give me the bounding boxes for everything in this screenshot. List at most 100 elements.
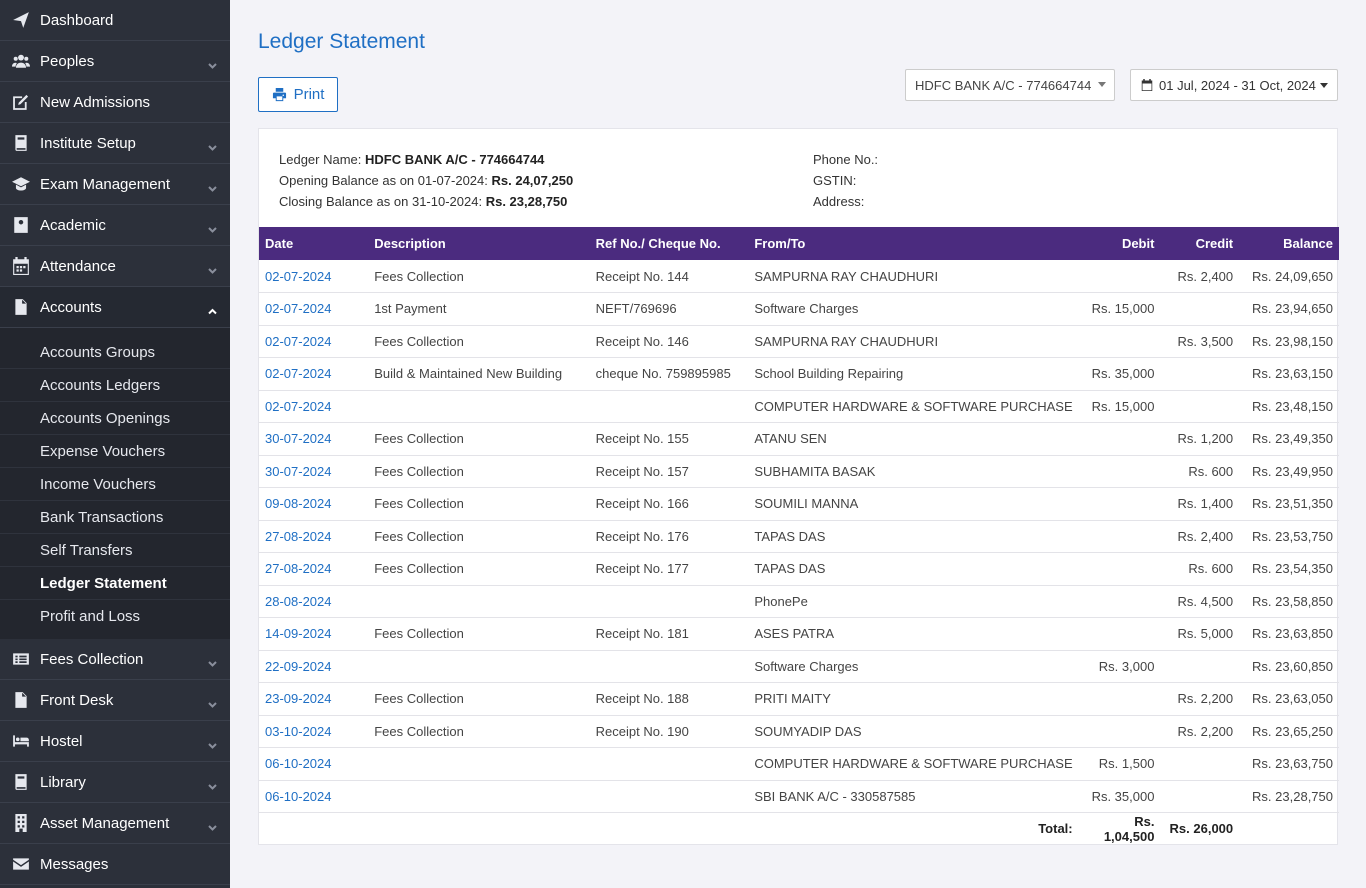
col-header-balance[interactable]: Balance xyxy=(1239,227,1339,260)
cell-credit: Rs. 1,400 xyxy=(1160,487,1240,521)
sidebar-item-fees-collection[interactable]: Fees Collection xyxy=(0,639,230,680)
cell-ref: Receipt No. 188 xyxy=(589,682,749,716)
cell-from-to: Software Charges xyxy=(748,292,1079,326)
cell-date[interactable]: 09-08-2024 xyxy=(259,487,369,521)
sidebar-item-label: Attendance xyxy=(40,257,116,275)
cell-ref: Receipt No. 144 xyxy=(589,260,749,293)
cell-from-to: TAPAS DAS xyxy=(748,520,1079,553)
col-header-description[interactable]: Description xyxy=(368,227,590,260)
cell-date[interactable]: 02-07-2024 xyxy=(259,357,369,391)
cell-ref: cheque No. 759895985 xyxy=(589,357,749,391)
cell-from-to: PhonePe xyxy=(748,585,1079,618)
calendar-icon xyxy=(1141,79,1153,91)
table-row: 23-09-2024 Fees Collection Receipt No. 188… xyxy=(259,682,1339,716)
cell-from-to: SAMPURNA RAY CHAUDHURI xyxy=(748,260,1079,293)
ledger-select[interactable]: HDFC BANK A/C - 774664744 xyxy=(905,69,1115,101)
paper-plane-icon xyxy=(10,11,32,29)
cell-ref: Receipt No. 190 xyxy=(589,715,749,748)
cell-debit: Rs. 15,000 xyxy=(1078,390,1161,423)
cell-credit: Rs. 600 xyxy=(1160,552,1240,586)
cell-debit xyxy=(1078,715,1161,748)
cell-date[interactable]: 02-07-2024 xyxy=(259,260,369,293)
cell-date[interactable]: 28-08-2024 xyxy=(259,585,369,618)
opening-balance-value: Rs. 24,07,250 xyxy=(491,173,574,188)
cell-date[interactable]: 30-07-2024 xyxy=(259,455,369,488)
cell-debit: Rs. 15,000 xyxy=(1078,292,1161,326)
cell-debit: Rs. 35,000 xyxy=(1078,780,1161,813)
submenu-item-accounts-ledgers[interactable]: Accounts Ledgers xyxy=(0,369,230,402)
sidebar-item-dashboard[interactable]: Dashboard xyxy=(0,0,230,41)
col-header-from-to[interactable]: From/To xyxy=(748,227,1079,260)
cell-date[interactable]: 22-09-2024 xyxy=(259,650,369,683)
sidebar-item-peoples[interactable]: Peoples xyxy=(0,41,230,82)
cell-date[interactable]: 23-09-2024 xyxy=(259,682,369,716)
cell-description: Fees Collection xyxy=(368,325,590,358)
cell-date[interactable]: 30-07-2024 xyxy=(259,422,369,456)
col-header-ref[interactable]: Ref No./ Cheque No. xyxy=(589,227,749,260)
calendar-icon xyxy=(10,257,32,275)
cell-from-to: Software Charges xyxy=(748,650,1079,683)
submenu-item-ledger-statement[interactable]: Ledger Statement xyxy=(0,567,230,600)
cell-date[interactable]: 03-10-2024 xyxy=(259,715,369,748)
submenu-item-income-vouchers[interactable]: Income Vouchers xyxy=(0,468,230,501)
cell-from-to: TAPAS DAS xyxy=(748,552,1079,586)
ledger-card: Ledger Name: HDFC BANK A/C - 774664744 O… xyxy=(258,128,1339,845)
cell-ref: NEFT/769696 xyxy=(589,292,749,326)
sidebar-item-label: Fees Collection xyxy=(40,650,144,668)
gstin-label: GSTIN: xyxy=(813,173,857,188)
cell-description xyxy=(368,585,590,618)
cell-credit xyxy=(1160,357,1240,391)
cell-date[interactable]: 27-08-2024 xyxy=(259,552,369,586)
submenu-item-accounts-openings[interactable]: Accounts Openings xyxy=(0,402,230,435)
sidebar-item-messages[interactable]: Messages xyxy=(0,844,230,885)
id-card-icon xyxy=(10,216,32,234)
col-header-debit[interactable]: Debit xyxy=(1078,227,1161,260)
sidebar-item-new-admissions[interactable]: New Admissions xyxy=(0,82,230,123)
cell-from-to: SAMPURNA RAY CHAUDHURI xyxy=(748,325,1079,358)
cell-debit xyxy=(1078,487,1161,521)
sidebar-item-library[interactable]: Library xyxy=(0,762,230,803)
file-icon xyxy=(10,298,32,316)
chevron-down-icon xyxy=(208,221,217,233)
book-icon xyxy=(10,773,32,791)
cell-date[interactable]: 06-10-2024 xyxy=(259,747,369,781)
chevron-down-icon xyxy=(208,262,217,274)
col-header-date[interactable]: Date xyxy=(259,227,369,260)
table-row: 02-07-2024 COMPUTER HARDWARE & SOFTWARE P… xyxy=(259,390,1339,423)
submenu-item-accounts-groups[interactable]: Accounts Groups xyxy=(0,336,230,369)
ledger-name-label: Ledger Name: xyxy=(279,152,365,167)
sidebar-item-exam-management[interactable]: Exam Management xyxy=(0,164,230,205)
cell-description xyxy=(368,780,590,813)
chevron-down-icon xyxy=(208,57,217,69)
submenu-item-bank-transactions[interactable]: Bank Transactions xyxy=(0,501,230,534)
sidebar-item-hostel[interactable]: Hostel xyxy=(0,721,230,762)
cell-date[interactable]: 14-09-2024 xyxy=(259,617,369,651)
printer-icon xyxy=(272,87,286,102)
main-content: Ledger Statement Print HDFC BANK A/C - 7… xyxy=(230,0,1366,888)
cell-date[interactable]: 02-07-2024 xyxy=(259,390,369,423)
date-range-picker[interactable]: 01 Jul, 2024 - 31 Oct, 2024 xyxy=(1130,69,1338,101)
sidebar-item-attendance[interactable]: Attendance xyxy=(0,246,230,287)
cell-ref: Receipt No. 146 xyxy=(589,325,749,358)
sidebar-item-academic[interactable]: Academic xyxy=(0,205,230,246)
money-list-icon xyxy=(10,650,32,668)
col-header-credit[interactable]: Credit xyxy=(1160,227,1240,260)
cell-date[interactable]: 06-10-2024 xyxy=(259,780,369,813)
sidebar-item-asset-management[interactable]: Asset Management xyxy=(0,803,230,844)
cell-date[interactable]: 02-07-2024 xyxy=(259,292,369,326)
sidebar-item-front-desk[interactable]: Front Desk xyxy=(0,680,230,721)
cell-credit xyxy=(1160,292,1240,326)
cell-date[interactable]: 02-07-2024 xyxy=(259,325,369,358)
chevron-down-icon xyxy=(208,778,217,790)
print-button[interactable]: Print xyxy=(258,77,338,112)
submenu-item-profit-and-loss[interactable]: Profit and Loss xyxy=(0,600,230,633)
sidebar: Dashboard Peoples New Admissions Institute … xyxy=(0,0,230,888)
submenu-item-expense-vouchers[interactable]: Expense Vouchers xyxy=(0,435,230,468)
sidebar-item-accounts[interactable]: Accounts xyxy=(0,287,230,328)
cell-date[interactable]: 27-08-2024 xyxy=(259,520,369,553)
cell-debit xyxy=(1078,520,1161,553)
cell-from-to: SBI BANK A/C - 330587585 xyxy=(748,780,1079,813)
submenu-item-self-transfers[interactable]: Self Transfers xyxy=(0,534,230,567)
ledger-select-value: HDFC BANK A/C - 774664744 xyxy=(915,77,1092,93)
sidebar-item-institute-setup[interactable]: Institute Setup xyxy=(0,123,230,164)
